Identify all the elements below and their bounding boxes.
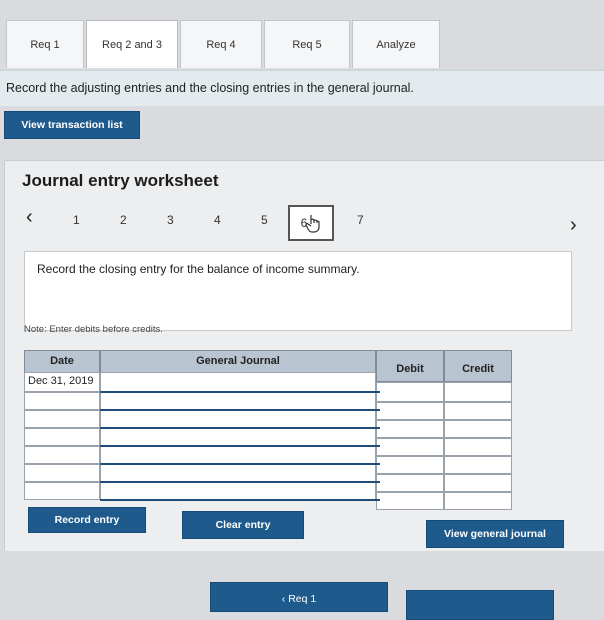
debit-input[interactable] bbox=[376, 474, 444, 492]
page-6-selected[interactable]: 6 bbox=[288, 205, 334, 241]
account-input[interactable] bbox=[100, 446, 376, 464]
next-req-button[interactable] bbox=[406, 590, 554, 620]
button-label: ‹ Req 1 bbox=[281, 593, 317, 605]
chevron-left-icon[interactable]: ‹ bbox=[26, 207, 33, 227]
tab-req-2-and-3[interactable]: Req 2 and 3 bbox=[86, 20, 178, 68]
row-divider bbox=[100, 427, 380, 429]
credit-input[interactable] bbox=[444, 438, 512, 456]
tab-label: Req 5 bbox=[292, 38, 322, 51]
entry-pager: ‹ 1 2 3 4 5 6 7 › bbox=[20, 205, 600, 245]
debit-input[interactable] bbox=[376, 382, 444, 402]
credit-input[interactable] bbox=[444, 456, 512, 474]
date-cell[interactable] bbox=[24, 482, 100, 500]
row-divider bbox=[100, 481, 380, 483]
page-7[interactable]: 7 bbox=[357, 213, 364, 227]
row-divider bbox=[100, 463, 380, 465]
instruction-text: Record the adjusting entries and the clo… bbox=[6, 81, 414, 95]
instruction-bar: Record the adjusting entries and the clo… bbox=[0, 70, 604, 106]
record-entry-button[interactable]: Record entry bbox=[28, 507, 146, 533]
page-4[interactable]: 4 bbox=[214, 213, 221, 227]
chevron-right-icon[interactable]: › bbox=[570, 215, 577, 235]
tab-label: Req 1 bbox=[30, 38, 60, 51]
date-cell[interactable] bbox=[24, 464, 100, 482]
entry-instruction-text: Record the closing entry for the balance… bbox=[37, 262, 360, 276]
date-cell[interactable]: Dec 31, 2019 bbox=[24, 372, 100, 392]
clear-entry-button[interactable]: Clear entry bbox=[182, 511, 304, 539]
prev-req-button[interactable]: ‹ Req 1 bbox=[210, 582, 388, 612]
button-label: View transaction list bbox=[21, 119, 123, 131]
tab-req-5[interactable]: Req 5 bbox=[264, 20, 350, 68]
credit-input[interactable] bbox=[444, 474, 512, 492]
page-2[interactable]: 2 bbox=[120, 213, 127, 227]
credit-input[interactable] bbox=[444, 382, 512, 402]
credit-input[interactable] bbox=[444, 402, 512, 420]
date-cell[interactable] bbox=[24, 410, 100, 428]
header-label: General Journal bbox=[196, 355, 280, 367]
credit-input[interactable] bbox=[444, 420, 512, 438]
tab-req-1[interactable]: Req 1 bbox=[6, 20, 84, 68]
tab-analyze[interactable]: Analyze bbox=[352, 20, 440, 68]
button-label: Clear entry bbox=[215, 519, 271, 531]
account-input[interactable] bbox=[100, 464, 376, 482]
page-5[interactable]: 5 bbox=[261, 213, 268, 227]
hand-pointer-icon bbox=[305, 215, 320, 233]
account-input[interactable] bbox=[100, 392, 376, 410]
header-label: Date bbox=[50, 355, 74, 367]
account-input[interactable] bbox=[100, 428, 376, 446]
account-input[interactable] bbox=[100, 372, 376, 392]
account-input[interactable] bbox=[100, 410, 376, 428]
header-credit: Credit bbox=[444, 350, 512, 382]
page-3[interactable]: 3 bbox=[167, 213, 174, 227]
tab-label: Req 4 bbox=[206, 38, 236, 51]
debit-input[interactable] bbox=[376, 456, 444, 474]
date-cell[interactable] bbox=[24, 392, 100, 410]
page-1[interactable]: 1 bbox=[73, 213, 80, 227]
button-label: View general journal bbox=[444, 528, 546, 540]
worksheet-title: Journal entry worksheet bbox=[22, 171, 219, 190]
note-text: Note: Enter debits before credits. bbox=[24, 324, 163, 335]
header-debit: Debit bbox=[376, 350, 444, 382]
row-divider bbox=[100, 499, 380, 501]
row-divider bbox=[100, 409, 380, 411]
account-input[interactable] bbox=[100, 482, 376, 500]
date-cell[interactable] bbox=[24, 446, 100, 464]
debit-input[interactable] bbox=[376, 438, 444, 456]
button-label: Record entry bbox=[54, 514, 120, 526]
tab-label: Analyze bbox=[376, 38, 416, 51]
debit-input[interactable] bbox=[376, 492, 444, 510]
header-label: Debit bbox=[396, 363, 424, 375]
view-general-journal-button[interactable]: View general journal bbox=[426, 520, 564, 548]
credit-input[interactable] bbox=[444, 492, 512, 510]
row-divider bbox=[100, 445, 380, 447]
tab-label: Req 2 and 3 bbox=[102, 38, 162, 51]
debit-input[interactable] bbox=[376, 402, 444, 420]
header-label: Credit bbox=[462, 363, 494, 375]
row-divider bbox=[100, 391, 380, 393]
view-transaction-list-button[interactable]: View transaction list bbox=[4, 111, 140, 139]
entry-instruction-box: Record the closing entry for the balance… bbox=[24, 251, 572, 331]
date-cell[interactable] bbox=[24, 428, 100, 446]
tab-req-4[interactable]: Req 4 bbox=[180, 20, 262, 68]
debit-input[interactable] bbox=[376, 420, 444, 438]
